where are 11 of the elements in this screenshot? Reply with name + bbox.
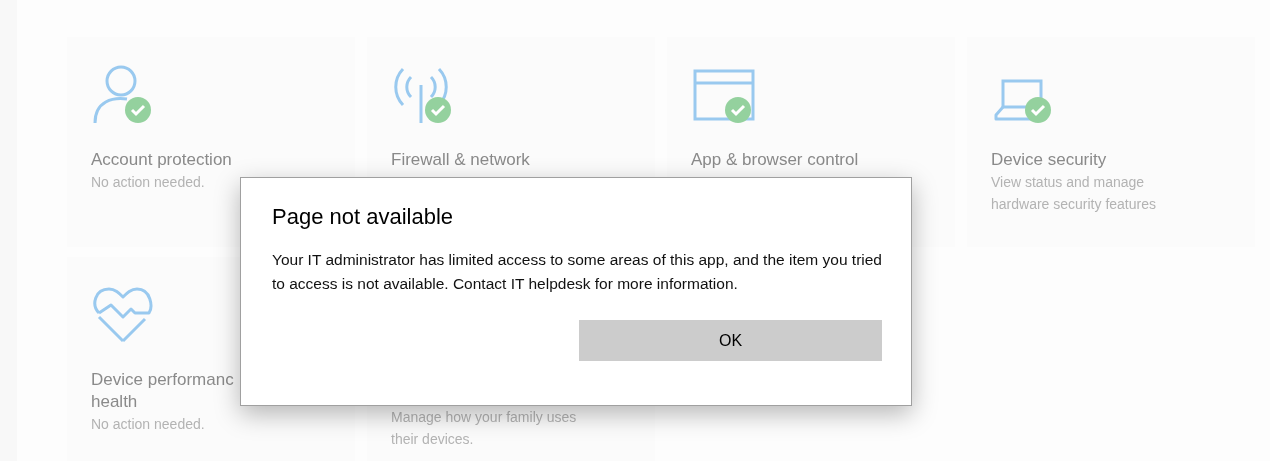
ok-button[interactable]: OK: [579, 320, 882, 361]
card-title: App & browser control: [691, 149, 860, 171]
card-title: Firewall & network: [391, 149, 531, 171]
card-title: Device security: [991, 149, 1108, 171]
card-description: No action needed.: [91, 415, 206, 434]
card-description: Manage how your family uses their devices.: [391, 408, 578, 449]
dialog-message: Your IT administrator has limited access to some areas of this app, and the item you tried to access is not available. Contact IT helpdesk for more information.: [272, 250, 882, 294]
card-title: Account protection: [91, 149, 233, 171]
card-description: View status and manage hardware security features: [991, 173, 1157, 214]
card-description: No action needed.: [91, 173, 206, 192]
card-title: Device performanc health: [91, 369, 235, 413]
